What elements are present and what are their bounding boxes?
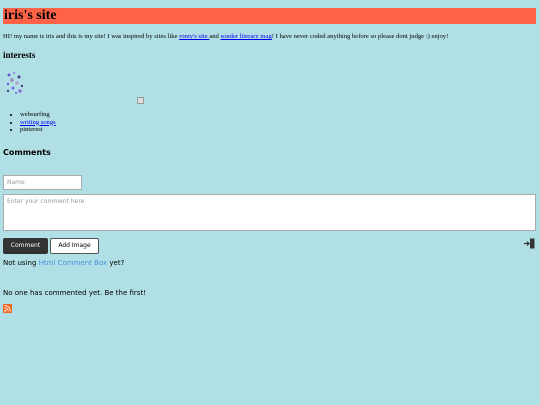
interest-websurfing: websurfing (20, 111, 50, 118)
broken-image-icon (137, 97, 144, 104)
sparkle-gif-icon (6, 72, 24, 94)
not-using-suffix: yet? (107, 259, 125, 267)
intro-text-3: ! I have never coded anything before so … (271, 33, 449, 40)
interests-heading: interests (3, 50, 36, 60)
not-using-prefix: Not using (3, 259, 39, 267)
sonder-literary-mag-link[interactable]: sonder literary mag (221, 33, 272, 40)
comment-input[interactable] (3, 194, 536, 231)
not-using-text: Not using Html Comment Box yet? (3, 259, 124, 268)
intro-text-2: and (209, 33, 221, 40)
name-input[interactable] (3, 175, 82, 190)
list-item: writing songs (20, 119, 56, 127)
interest-pinterest: pinterest (20, 126, 43, 133)
list-item: pinterest (20, 126, 56, 134)
interest-writing-songs-link[interactable]: writing songs (20, 119, 56, 126)
comment-button[interactable]: Comment (3, 238, 48, 254)
romys-site-link[interactable]: romy's site (179, 33, 209, 40)
intro-text-1: HI! my name is iris and this is my site!… (3, 33, 180, 40)
add-image-button[interactable]: Add Image (50, 238, 99, 254)
html-comment-box-link[interactable]: Html Comment Box (39, 259, 108, 267)
interests-list: websurfing writing songs pinterest (12, 111, 56, 134)
comments-heading: Comments (3, 148, 51, 157)
no-comments-message: No one has commented yet. Be the first! (3, 289, 147, 297)
site-title: iris's site (3, 8, 536, 24)
list-item: websurfing (20, 111, 56, 119)
login-icon[interactable] (524, 238, 535, 249)
intro-paragraph: HI! my name is iris and this is my site!… (3, 33, 537, 41)
rss-icon[interactable] (3, 304, 12, 313)
